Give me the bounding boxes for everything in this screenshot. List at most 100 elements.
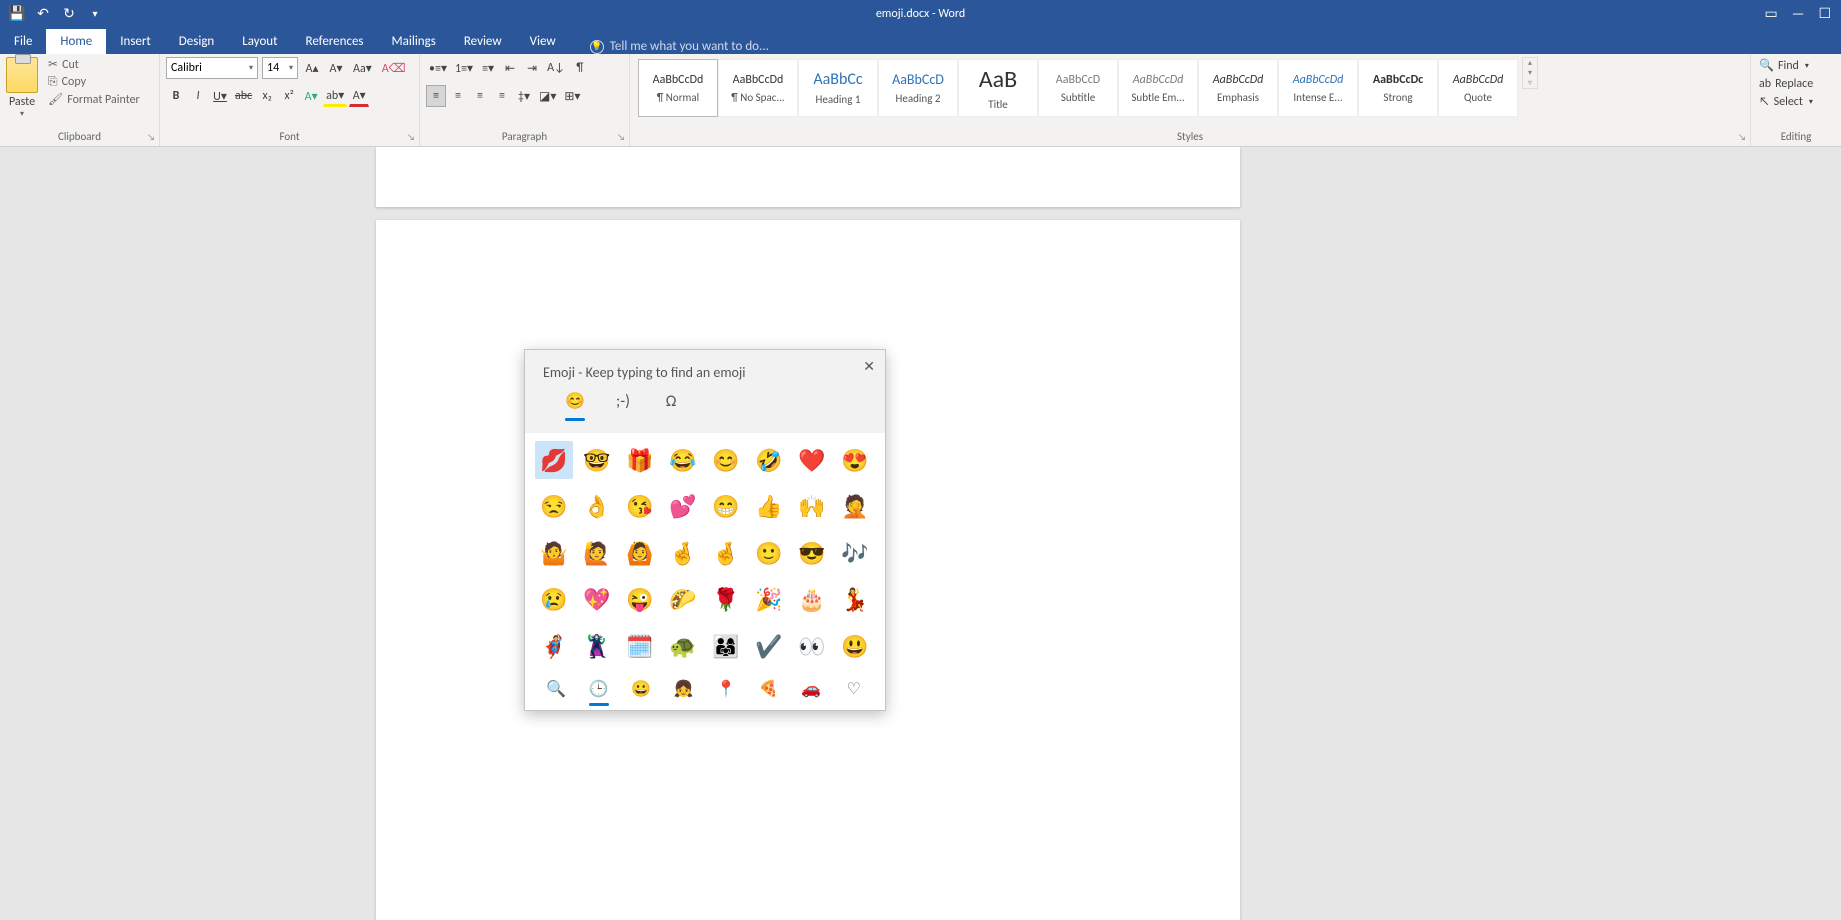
emoji-cell[interactable]: 💕	[664, 488, 702, 526]
font-name-combo[interactable]: Calibri▾	[166, 57, 258, 79]
replace-button[interactable]: abReplace	[1759, 77, 1813, 91]
clear-formatting-button[interactable]: A⌫	[379, 57, 409, 79]
justify-button[interactable]: ≡	[492, 85, 512, 107]
line-spacing-button[interactable]: ‡▾	[514, 85, 534, 107]
style--no-spac-[interactable]: AaBbCcDd¶ No Spac...	[718, 59, 798, 117]
align-center-button[interactable]: ≡	[448, 85, 468, 107]
minimize-icon[interactable]: —	[1792, 5, 1805, 22]
emoji-cell[interactable]: 😃	[836, 627, 874, 665]
shading-button[interactable]: ◪▾	[536, 85, 559, 107]
emoji-cell[interactable]: ❤️	[793, 441, 831, 479]
emoji-category[interactable]: 📍	[713, 676, 739, 702]
tab-design[interactable]: Design	[165, 29, 228, 54]
qat-custom-icon[interactable]: ▾	[86, 5, 104, 23]
emoji-category[interactable]: 👧	[671, 676, 697, 702]
styles-gallery[interactable]: AaBbCcDd¶ NormalAaBbCcDd¶ No Spac...AaBb…	[636, 57, 1520, 119]
emoji-cell[interactable]: 💋	[535, 441, 573, 479]
grow-font-button[interactable]: A▴	[302, 57, 322, 79]
undo-icon[interactable]: ↶	[34, 5, 52, 23]
style-subtitle[interactable]: AaBbCcDSubtitle	[1038, 59, 1118, 117]
borders-button[interactable]: ⊞▾	[561, 85, 583, 107]
superscript-button[interactable]: x²	[279, 85, 299, 107]
emoji-cell[interactable]: 🐢	[664, 627, 702, 665]
emoji-cell[interactable]: 💖	[578, 581, 616, 619]
show-marks-button[interactable]: ¶	[570, 57, 590, 79]
tab-home[interactable]: Home	[46, 29, 106, 54]
emoji-cell[interactable]: 😒	[535, 488, 573, 526]
emoji-cell[interactable]: 😁	[707, 488, 745, 526]
emoji-cell[interactable]: 🌹	[707, 581, 745, 619]
style-subtle-em-[interactable]: AaBbCcDdSubtle Em...	[1118, 59, 1198, 117]
numbering-button[interactable]: 1≡▾	[452, 57, 476, 79]
emoji-cell[interactable]: 😘	[621, 488, 659, 526]
align-left-button[interactable]: ≡	[426, 85, 446, 107]
style-title[interactable]: AaBTitle	[958, 59, 1038, 117]
emoji-cell[interactable]: 🤣	[750, 441, 788, 479]
emoji-category[interactable]: 😀	[628, 676, 654, 702]
styles-more-button[interactable]: ▴▾▿	[1522, 57, 1538, 89]
shrink-font-button[interactable]: A▾	[326, 57, 346, 79]
find-button[interactable]: 🔍Find▾	[1759, 58, 1813, 73]
font-size-combo[interactable]: 14▾	[262, 57, 298, 79]
emoji-cell[interactable]: 😍	[836, 441, 874, 479]
tab-file[interactable]: File	[0, 29, 46, 54]
emoji-cell[interactable]: 🦸	[535, 627, 573, 665]
tab-insert[interactable]: Insert	[106, 29, 165, 54]
strikethrough-button[interactable]: abc	[232, 85, 255, 107]
emoji-cell[interactable]: 😜	[621, 581, 659, 619]
style--normal[interactable]: AaBbCcDd¶ Normal	[638, 59, 718, 117]
emoji-cell[interactable]: 🙂	[750, 534, 788, 572]
paragraph-launcher-icon[interactable]: ↘	[617, 132, 625, 143]
close-icon[interactable]: ✕	[863, 358, 875, 375]
emoji-cell[interactable]: 😊	[707, 441, 745, 479]
emoji-cell[interactable]: 😂	[664, 441, 702, 479]
tab-view[interactable]: View	[516, 29, 570, 54]
emoji-tab-emoji[interactable]: 😊	[561, 387, 589, 415]
copy-button[interactable]: ⎘Copy	[48, 75, 140, 89]
bold-button[interactable]: B	[166, 85, 186, 107]
emoji-cell[interactable]: 🙌	[793, 488, 831, 526]
emoji-cell[interactable]: 🤞	[707, 534, 745, 572]
emoji-cell[interactable]: 👍	[750, 488, 788, 526]
emoji-cell[interactable]: ✔️	[750, 627, 788, 665]
select-button[interactable]: ↖Select▾	[1759, 95, 1813, 109]
tab-mailings[interactable]: Mailings	[378, 29, 450, 54]
font-launcher-icon[interactable]: ↘	[407, 132, 415, 143]
emoji-tab-symbols[interactable]: Ω	[657, 387, 685, 415]
emoji-cell[interactable]: 🎉	[750, 581, 788, 619]
emoji-cell[interactable]: 💃	[836, 581, 874, 619]
italic-button[interactable]: I	[188, 85, 208, 107]
style-emphasis[interactable]: AaBbCcDdEmphasis	[1198, 59, 1278, 117]
underline-button[interactable]: U▾	[210, 85, 230, 107]
emoji-cell[interactable]: 🌮	[664, 581, 702, 619]
emoji-category[interactable]: 🕒	[586, 676, 612, 702]
styles-launcher-icon[interactable]: ↘	[1738, 132, 1746, 143]
redo-icon[interactable]: ↻	[60, 5, 78, 23]
change-case-button[interactable]: Aa▾	[350, 57, 375, 79]
maximize-icon[interactable]: ☐	[1818, 5, 1831, 22]
emoji-cell[interactable]: 😎	[793, 534, 831, 572]
ribbon-options-icon[interactable]: ▭	[1765, 5, 1778, 22]
emoji-cell[interactable]: 🤞	[664, 534, 702, 572]
format-painter-button[interactable]: 🖌Format Painter	[48, 92, 140, 107]
emoji-category[interactable]: ♡	[841, 676, 867, 702]
emoji-cell[interactable]: 🎁	[621, 441, 659, 479]
align-right-button[interactable]: ≡	[470, 85, 490, 107]
emoji-cell[interactable]: 🤓	[578, 441, 616, 479]
emoji-cell[interactable]: 👌	[578, 488, 616, 526]
emoji-cell[interactable]: 🙋	[578, 534, 616, 572]
tab-layout[interactable]: Layout	[228, 29, 291, 54]
style-heading-1[interactable]: AaBbCcHeading 1	[798, 59, 878, 117]
highlight-button[interactable]: ab▾	[323, 85, 347, 107]
emoji-cell[interactable]: 🎶	[836, 534, 874, 572]
tab-review[interactable]: Review	[450, 29, 516, 54]
emoji-cell[interactable]: 🎂	[793, 581, 831, 619]
style-strong[interactable]: AaBbCcDcStrong	[1358, 59, 1438, 117]
font-color-button[interactable]: A▾	[349, 85, 369, 107]
emoji-category[interactable]: 🚗	[798, 676, 824, 702]
style-intense-e-[interactable]: AaBbCcDdIntense E...	[1278, 59, 1358, 117]
bullets-button[interactable]: •≡▾	[426, 57, 450, 79]
emoji-cell[interactable]: 👀	[793, 627, 831, 665]
emoji-cell[interactable]: 🙆	[621, 534, 659, 572]
cut-button[interactable]: ✂Cut	[48, 57, 140, 72]
